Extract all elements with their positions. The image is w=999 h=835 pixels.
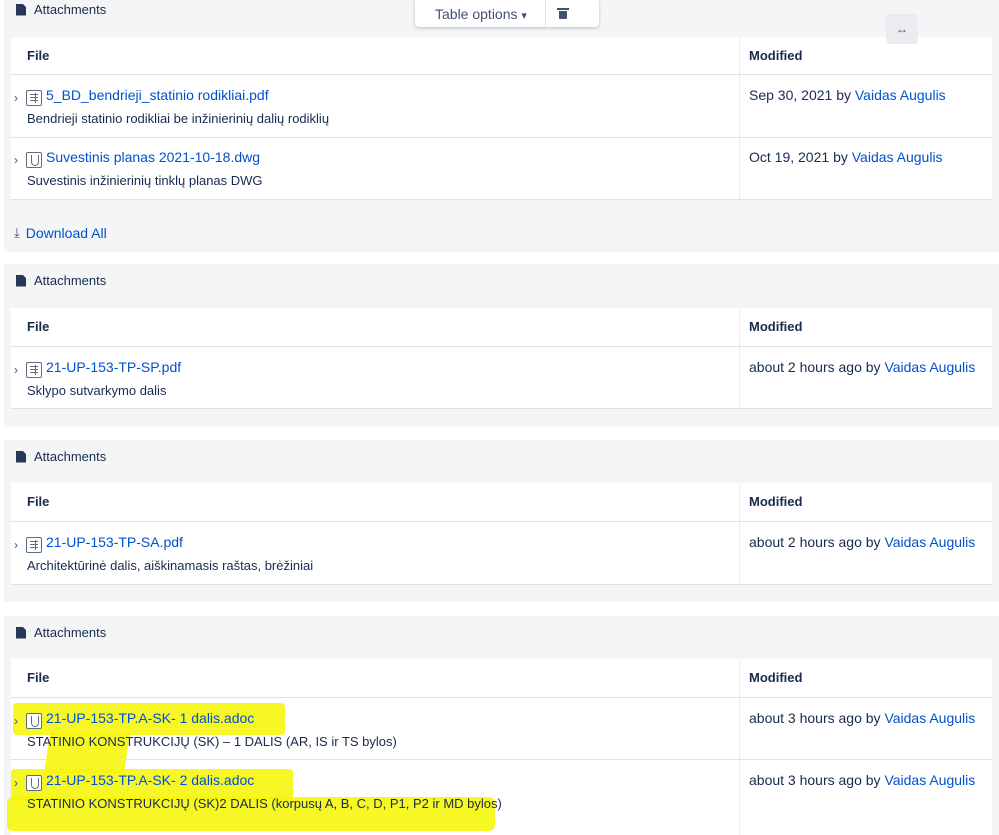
attachments-heading: Attachments [16, 273, 106, 288]
file-description: Bendrieji statinio rodikliai be inžinier… [27, 111, 330, 126]
expand-chevron-icon[interactable]: › [14, 714, 18, 728]
column-header-file[interactable]: File [27, 48, 49, 63]
attachments-panel-2: Attachments File Modified › 21-UP-153-TP… [4, 264, 999, 427]
user-link[interactable]: Vaidas Augulis [884, 359, 975, 375]
file-link[interactable]: Suvestinis planas 2021-10-18.dwg [46, 149, 260, 165]
column-header-file[interactable]: File [27, 670, 49, 685]
file-link[interactable]: 21-UP-153-TP.A-SK- 2 dalis.adoc [46, 772, 254, 788]
expand-chevron-icon[interactable]: › [14, 363, 18, 377]
attachments-panel-3: Attachments File Modified › 21-UP-153-TP… [4, 440, 999, 602]
attachment-page-icon [16, 3, 26, 16]
attachment-page-icon [16, 626, 26, 639]
attachments-table: File Modified › 21-UP-153-TP.A-SK- 1 dal… [7, 659, 992, 835]
attachments-table: File Modified › 21-UP-153-TP-SP.pdf Skly… [11, 308, 992, 409]
table-toolbar: Table options ▾ [415, 0, 599, 27]
column-header-modified[interactable]: Modified [749, 48, 802, 63]
expand-chevron-icon[interactable]: › [14, 776, 18, 790]
attachment-page-icon [16, 274, 26, 287]
file-link[interactable]: 21-UP-153-TP-SA.pdf [46, 534, 183, 550]
modified-info: about 3 hours ago by Vaidas Augulis [749, 710, 976, 726]
file-description: Suvestinis inžinierinių tinklų planas DW… [27, 173, 263, 188]
pdf-file-icon [26, 90, 42, 106]
attachments-table: File Modified › 21-UP-153-TP-SA.pdf Arch… [11, 483, 992, 585]
column-header-file[interactable]: File [27, 494, 49, 509]
chevron-down-icon: ▾ [521, 9, 527, 22]
table-options-button[interactable]: Table options ▾ [435, 6, 527, 22]
file-description: STATINIO KONSTRUKCIJŲ (SK)2 DALIS (korpu… [27, 796, 502, 811]
dwg-file-icon [26, 775, 42, 791]
file-link[interactable]: 5_BD_bendrieji_statinio rodikliai.pdf [46, 87, 269, 103]
column-header-modified[interactable]: Modified [749, 670, 802, 685]
file-link[interactable]: 21-UP-153-TP-SP.pdf [46, 359, 181, 375]
attachments-panel-4: Attachments File Modified › 21-UP-153-TP… [4, 616, 999, 835]
expand-chevron-icon[interactable]: › [14, 538, 18, 552]
pdf-file-icon [26, 362, 42, 378]
file-link[interactable]: 21-UP-153-TP.A-SK- 1 dalis.adoc [46, 710, 254, 726]
column-header-file[interactable]: File [27, 319, 49, 334]
column-header-modified[interactable]: Modified [749, 319, 802, 334]
trash-icon[interactable] [556, 8, 569, 19]
user-link[interactable]: Vaidas Augulis [852, 149, 943, 165]
download-all-link[interactable]: ⤓ Download All [14, 225, 107, 241]
user-link[interactable]: Vaidas Augulis [884, 534, 975, 550]
user-link[interactable]: Vaidas Augulis [884, 710, 975, 726]
resize-width-icon[interactable]: ↔ [886, 14, 918, 44]
expand-chevron-icon[interactable]: › [14, 91, 18, 105]
file-description: Sklypo sutvarkymo dalis [27, 383, 167, 398]
modified-info: Oct 19, 2021 by Vaidas Augulis [749, 149, 943, 165]
file-description: STATINIO KONSTRUKCIJŲ (SK) – 1 DALIS (AR… [27, 734, 397, 749]
modified-info: about 2 hours ago by Vaidas Augulis [749, 359, 976, 375]
pdf-file-icon [26, 537, 42, 553]
download-icon: ⤓ [14, 225, 20, 240]
attachment-page-icon [16, 450, 26, 463]
modified-info: about 2 hours ago by Vaidas Augulis [749, 534, 976, 550]
expand-chevron-icon[interactable]: › [14, 153, 18, 167]
modified-info: Sep 30, 2021 by Vaidas Augulis [749, 87, 946, 103]
user-link[interactable]: Vaidas Augulis [855, 87, 946, 103]
attachments-table: File Modified › 5_BD_bendrieji_statinio … [11, 37, 992, 200]
attachments-heading: Attachments [16, 625, 106, 640]
modified-info: about 3 hours ago by Vaidas Augulis [749, 772, 976, 788]
attachments-panel-1: Attachments File Modified › 5_BD_bendrie… [4, 0, 999, 252]
attachments-heading: Attachments [16, 449, 106, 464]
file-description: Architektūrinė dalis, aiškinamasis rašta… [27, 558, 314, 573]
user-link[interactable]: Vaidas Augulis [884, 772, 975, 788]
attachments-heading: Attachments [16, 2, 106, 17]
column-header-modified[interactable]: Modified [749, 494, 802, 509]
dwg-file-icon [26, 152, 42, 168]
dwg-file-icon [26, 713, 42, 729]
